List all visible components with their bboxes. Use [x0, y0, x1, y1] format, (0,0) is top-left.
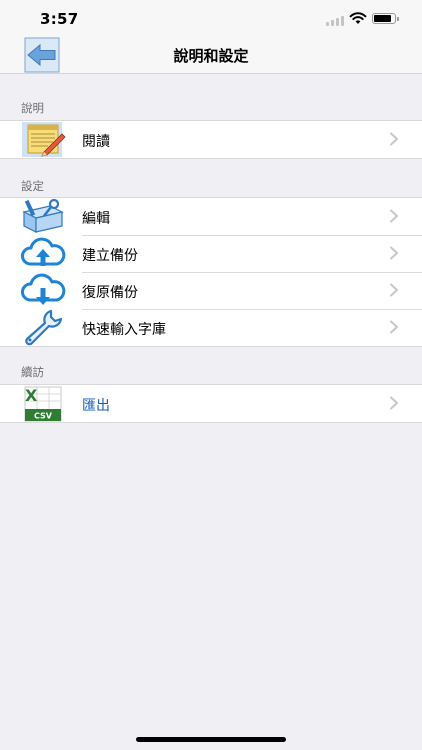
settings-group: 編輯 建立備份 復原備份 快速輸入字庫	[0, 197, 422, 347]
status-bar: 3:57	[0, 0, 422, 36]
list-item-label: 編輯	[82, 211, 110, 227]
list-item-read[interactable]: 閱讀	[0, 121, 422, 158]
chevron-right-icon	[390, 246, 398, 260]
list-item-create-backup[interactable]: 建立備份	[0, 235, 422, 272]
list-item-label: 復原備份	[82, 285, 138, 301]
section-header-follow-up: 續訪	[21, 365, 44, 379]
list-item-label: 建立備份	[82, 248, 138, 264]
section-header-settings: 設定	[21, 179, 44, 193]
svg-text:CSV: CSV	[34, 412, 53, 421]
list-item-label: 匯出	[82, 398, 110, 414]
page-title: 說明和設定	[173, 47, 249, 65]
wrench-icon	[20, 309, 66, 346]
status-time: 3:57	[40, 10, 79, 28]
list-item-edit[interactable]: 編輯	[0, 198, 422, 235]
chevron-right-icon	[390, 320, 398, 334]
follow-up-group: X CSV 匯出	[0, 384, 422, 423]
list-item-label: 閱讀	[82, 134, 110, 150]
tools-icon	[20, 198, 66, 235]
section-header-help: 說明	[21, 101, 44, 115]
chevron-right-icon	[390, 396, 398, 410]
list-item-export[interactable]: X CSV 匯出	[0, 385, 422, 422]
cloud-upload-icon	[20, 235, 66, 272]
cloud-download-icon	[20, 272, 66, 309]
home-indicator[interactable]	[136, 737, 286, 742]
chevron-right-icon	[390, 283, 398, 297]
navigation-bar: 說明和設定	[0, 36, 422, 74]
battery-icon	[372, 13, 399, 24]
help-group: 閱讀	[0, 120, 422, 159]
svg-text:X: X	[25, 386, 38, 405]
notepad-pencil-icon	[20, 121, 66, 158]
list-item-label: 快速輸入字庫	[82, 322, 166, 338]
list-item-quick-input-library[interactable]: 快速輸入字庫	[0, 309, 422, 346]
excel-csv-icon: X CSV	[20, 385, 66, 422]
list-item-restore-backup[interactable]: 復原備份	[0, 272, 422, 309]
chevron-right-icon	[390, 209, 398, 223]
cellular-signal-icon	[326, 16, 346, 26]
wifi-icon	[349, 12, 367, 24]
settings-screen: 3:57 說明和設定 說明 閱讀 設定 編輯 建立備份 復原備份 快速輸入字庫 …	[0, 0, 422, 750]
chevron-right-icon	[390, 132, 398, 146]
